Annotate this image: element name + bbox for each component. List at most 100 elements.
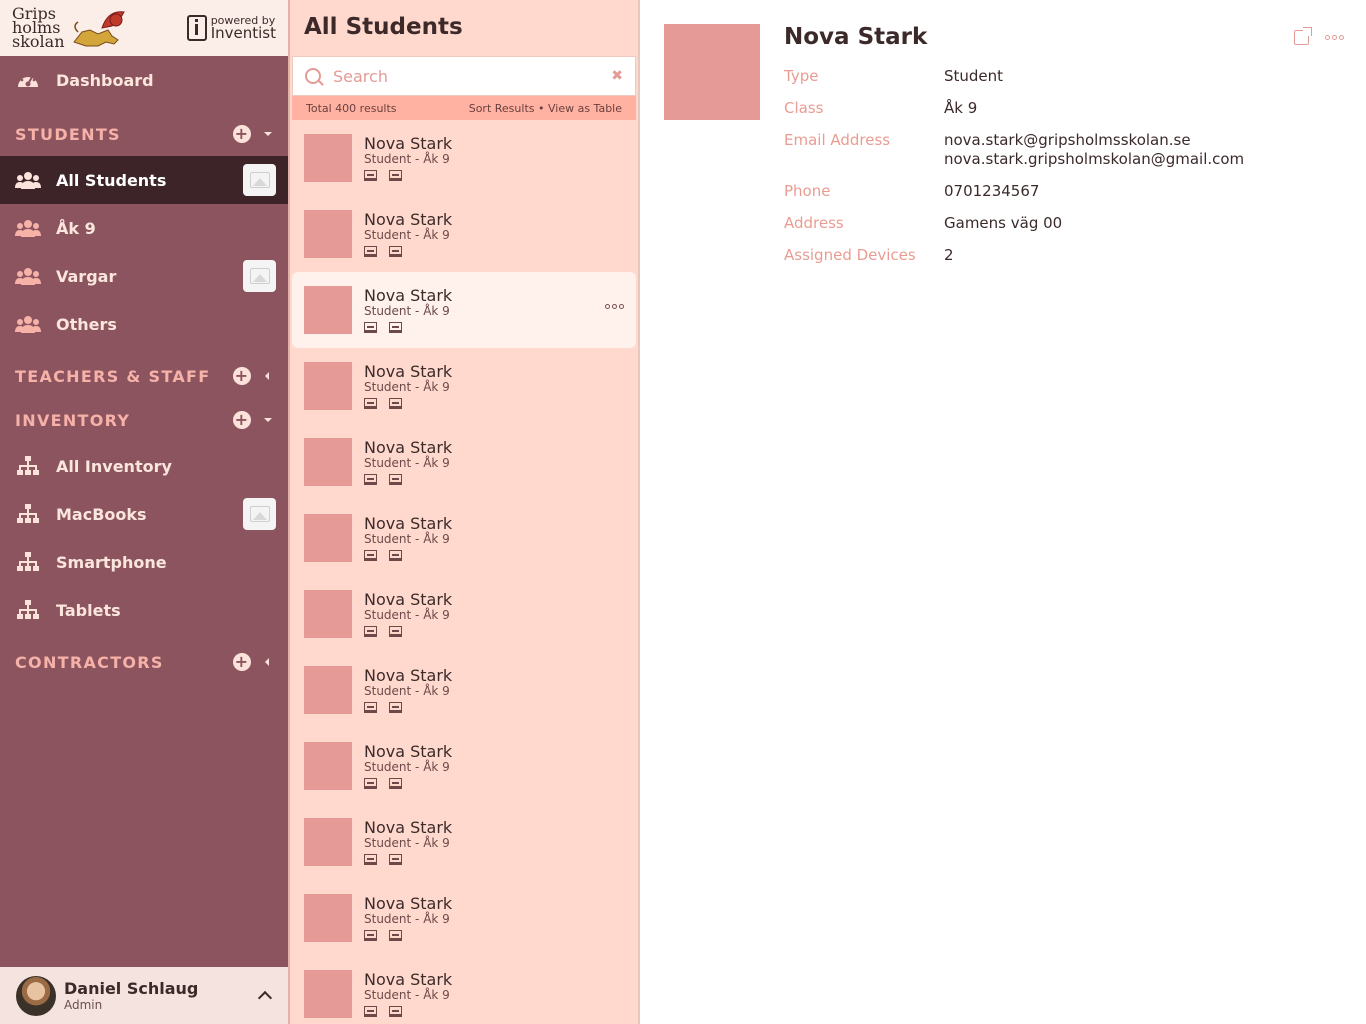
list-item[interactable]: Nova Stark Student - Åk 9 xyxy=(290,348,638,424)
list-item[interactable]: Nova Stark Student - Åk 9 xyxy=(290,424,638,500)
list-item[interactable]: Nova Stark Student - Åk 9 xyxy=(290,500,638,576)
powered-by-badge[interactable]: powered by Inventist xyxy=(186,15,276,41)
student-thumbnail xyxy=(304,666,352,714)
search-input[interactable] xyxy=(333,66,612,86)
list-item[interactable]: Nova Stark Student - Åk 9 xyxy=(290,804,638,880)
detail-row-class: Class Åk 9 xyxy=(784,99,1244,118)
detail-row-phone: Phone 0701234567 xyxy=(784,182,1244,201)
list-item[interactable]: Nova Stark Student - Åk 9 xyxy=(290,120,638,196)
device-icon xyxy=(389,322,402,333)
detail-row-address: Address Gamens väg 00 xyxy=(784,214,1244,233)
add-student-icon[interactable]: + xyxy=(233,125,251,143)
caret-left-icon[interactable] xyxy=(263,657,273,667)
sidebar-item-label: All Inventory xyxy=(56,456,172,476)
results-bar: Total 400 results Sort Results • View as… xyxy=(292,96,636,120)
student-thumbnail xyxy=(304,514,352,562)
section-teachers-staff[interactable]: TEACHERS & STAFF + xyxy=(0,354,288,398)
caret-down-icon[interactable] xyxy=(263,129,273,139)
sidebar-item-label: Others xyxy=(56,314,117,334)
sidebar-item-all-students[interactable]: All Students xyxy=(0,156,288,204)
hierarchy-icon xyxy=(15,551,41,573)
caret-down-icon[interactable] xyxy=(263,415,273,425)
student-subtitle: Student - Åk 9 xyxy=(364,532,450,546)
student-subtitle: Student - Åk 9 xyxy=(364,304,450,318)
sidebar-item-smartphone[interactable]: Smartphone xyxy=(0,538,288,586)
list-item[interactable]: Nova Stark Student - Åk 9 xyxy=(290,652,638,728)
sidebar-item-ak9[interactable]: Åk 9 xyxy=(0,204,288,252)
student-name: Nova Stark xyxy=(364,818,453,837)
device-icon xyxy=(364,322,377,333)
list-item[interactable]: Nova Stark Student - Åk 9 xyxy=(290,728,638,804)
student-thumbnail xyxy=(304,286,352,334)
school-logo[interactable]: Grips holms skolan xyxy=(12,6,130,50)
student-name: Nova Stark xyxy=(364,514,453,533)
sort-results-link[interactable]: Sort Results xyxy=(469,102,535,115)
device-icon xyxy=(364,170,377,181)
detail-value: Gamens väg 00 xyxy=(944,214,1063,232)
list-item[interactable]: Nova Stark Student - Åk 9 xyxy=(290,196,638,272)
nav-dashboard[interactable]: Dashboard xyxy=(0,56,288,104)
email-value[interactable]: nova.stark.gripsholmskolan@gmail.com xyxy=(944,150,1244,169)
section-contractors-label: CONTRACTORS xyxy=(15,652,164,672)
student-name: Nova Stark xyxy=(364,666,453,685)
list-item[interactable]: Nova Stark Student - Åk 9 xyxy=(292,272,636,348)
section-students-label: STUDENTS xyxy=(15,124,121,144)
hierarchy-icon xyxy=(15,503,41,525)
student-thumbnail xyxy=(304,970,352,1018)
detail-value: Student xyxy=(944,67,1004,85)
users-icon xyxy=(15,265,41,287)
sidebar-item-vargar[interactable]: Vargar xyxy=(0,252,288,300)
sidebar-item-tablets[interactable]: Tablets xyxy=(0,586,288,634)
sidebar-item-macbooks[interactable]: MacBooks xyxy=(0,490,288,538)
device-icon xyxy=(389,626,402,637)
chevron-up-icon[interactable] xyxy=(258,989,272,1003)
list-item[interactable]: Nova Stark Student - Åk 9 xyxy=(290,880,638,956)
more-options-icon[interactable] xyxy=(1325,35,1344,40)
device-icon xyxy=(389,246,402,257)
student-name: Nova Stark xyxy=(364,286,453,305)
external-link-icon[interactable] xyxy=(1294,27,1312,45)
school-name-line: skolan xyxy=(12,32,65,51)
sidebar-item-label: Smartphone xyxy=(56,552,167,572)
student-thumbnail xyxy=(304,134,352,182)
user-bar[interactable]: Daniel Schlaug Admin xyxy=(0,967,288,1024)
device-icon xyxy=(364,854,377,865)
section-inventory[interactable]: INVENTORY + xyxy=(0,398,288,442)
student-thumbnail xyxy=(304,362,352,410)
add-teacher-icon[interactable]: + xyxy=(233,367,251,385)
student-name: Nova Stark xyxy=(364,970,453,989)
detail-row-email: Email Address nova.stark@gripsholmsskola… xyxy=(784,131,1244,169)
view-as-table-link[interactable]: View as Table xyxy=(548,102,622,115)
section-contractors[interactable]: CONTRACTORS + xyxy=(0,640,288,684)
student-subtitle: Student - Åk 9 xyxy=(364,152,450,166)
dashboard-icon xyxy=(15,69,41,91)
list-item[interactable]: Nova Stark Student - Åk 9 xyxy=(290,956,638,1024)
detail-label: Class xyxy=(784,99,824,117)
student-subtitle: Student - Åk 9 xyxy=(364,608,450,622)
detail-value: Åk 9 xyxy=(944,99,978,117)
email-value[interactable]: nova.stark@gripsholmsskolan.se xyxy=(944,131,1244,150)
student-thumbnail xyxy=(304,894,352,942)
list-title: All Students xyxy=(304,14,463,40)
users-icon xyxy=(15,217,41,239)
sidebar-item-others[interactable]: Others xyxy=(0,300,288,348)
caret-left-icon[interactable] xyxy=(263,371,273,381)
list-item[interactable]: Nova Stark Student - Åk 9 xyxy=(290,576,638,652)
section-students[interactable]: STUDENTS + xyxy=(0,112,288,156)
avatar xyxy=(16,975,56,1016)
detail-value: 0701234567 xyxy=(944,182,1040,200)
detail-value: 2 xyxy=(944,246,954,264)
detail-label: Type xyxy=(784,67,819,85)
profile-photo xyxy=(664,24,760,120)
sidebar-item-all-inventory[interactable]: All Inventory xyxy=(0,442,288,490)
student-subtitle: Student - Åk 9 xyxy=(364,380,450,394)
student-name: Nova Stark xyxy=(364,362,453,381)
nav-dashboard-label: Dashboard xyxy=(56,70,154,90)
device-icon xyxy=(364,246,377,257)
device-icon xyxy=(364,778,377,789)
add-contractor-icon[interactable]: + xyxy=(233,653,251,671)
search-box[interactable]: ✖ xyxy=(292,56,636,96)
add-inventory-icon[interactable]: + xyxy=(233,411,251,429)
more-options-icon[interactable] xyxy=(605,304,624,309)
close-icon[interactable]: ✖ xyxy=(611,68,623,84)
